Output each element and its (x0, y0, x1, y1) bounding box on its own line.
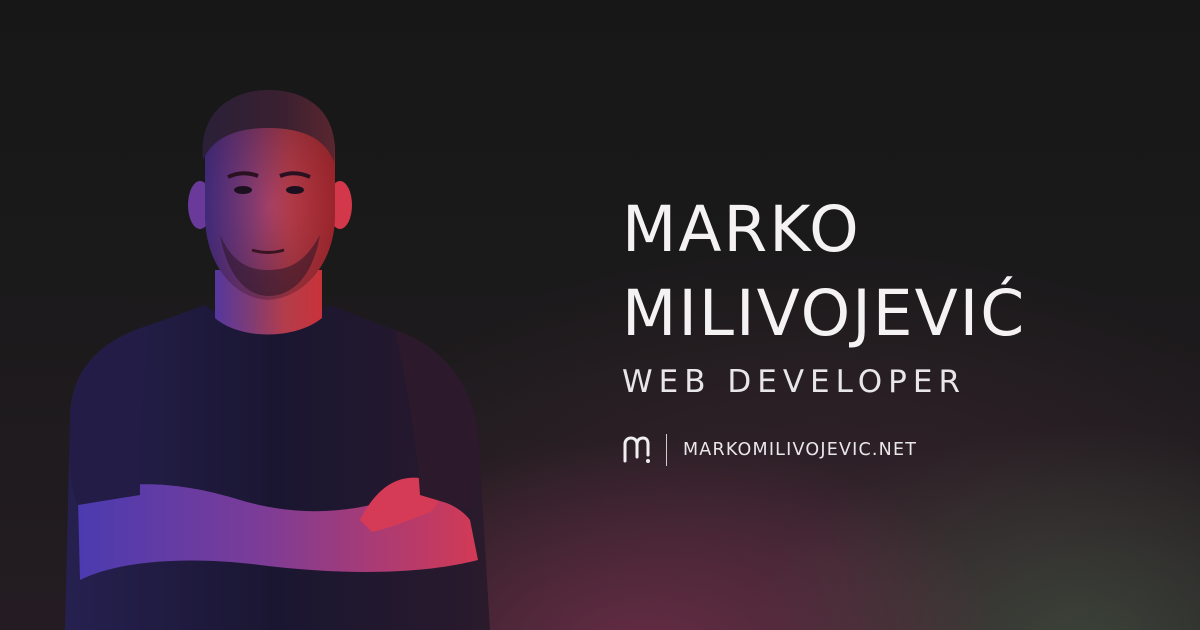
social-card: MARKO MILIVOJEVIĆ WEB DEVELOPER MARKOMIL… (0, 0, 1200, 630)
job-title: WEB DEVELOPER (622, 364, 966, 400)
portrait-photo (0, 0, 560, 630)
divider-line (666, 434, 667, 466)
website-link[interactable]: MARKOMILIVOJEVIC.NET (683, 440, 917, 460)
first-name: MARKO (622, 193, 861, 266)
last-name: MILIVOJEVIĆ (622, 277, 1027, 350)
profile-info: MARKO MILIVOJEVIĆ WEB DEVELOPER MARKOMIL… (622, 188, 1162, 468)
m-monogram-logo-icon (623, 436, 650, 463)
website-row: MARKOMILIVOJEVIC.NET (622, 432, 1162, 468)
